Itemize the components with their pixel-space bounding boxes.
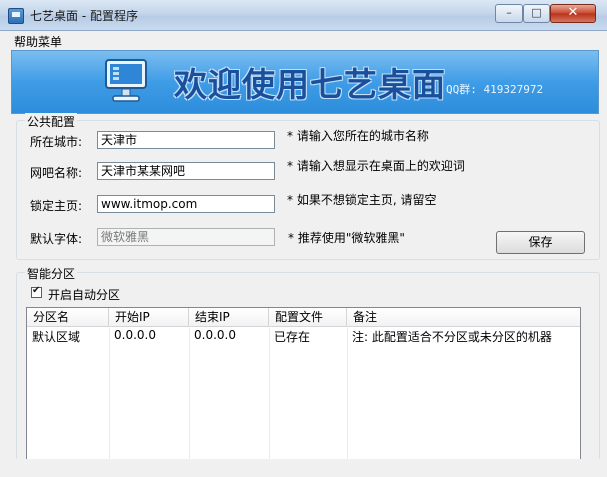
monitor-icon [105,59,147,102]
column-divider [189,326,190,467]
cell-start-ip: 0.0.0.0 [114,328,156,342]
auto-partition-checkbox[interactable] [31,285,42,298]
window-title: 七艺桌面 - 配置程序 [30,9,138,23]
cell-end-ip: 0.0.0.0 [194,328,236,342]
column-header-name[interactable]: 分区名 [27,308,109,326]
bar-name-hint: * 请输入想显示在桌面上的欢迎词 [287,159,465,173]
public-config-legend: 公共配置 [25,113,78,130]
font-label: 默认字体: [30,232,83,246]
partition-list[interactable]: 分区名 开始IP 结束IP 配置文件 备注 默认区域 0.0.0.0 0.0.0… [26,307,581,467]
maximize-button[interactable]: □ [523,4,550,23]
city-label: 所在城市: [30,135,83,149]
column-divider [347,326,348,467]
app-icon [8,8,24,24]
config-window: 七艺桌面 - 配置程序 – □ ✕ 帮助菜单 欢迎使用七艺桌面 QQ群: 419… [0,0,607,477]
auto-partition-label[interactable]: 开启自动分区 [48,286,120,303]
bottom-edge [0,459,607,477]
menu-bar: 帮助菜单 [4,31,603,49]
cell-name: 默认区域 [32,330,81,344]
minimize-button[interactable]: – [495,4,523,23]
column-divider [269,326,270,467]
city-hint: * 请输入您所在的城市名称 [287,129,429,143]
smart-partition-legend: 智能分区 [25,265,78,282]
list-header: 分区名 开始IP 结束IP 配置文件 备注 [27,308,580,327]
close-button[interactable]: ✕ [550,4,596,23]
city-input[interactable]: 天津市 [97,131,275,149]
cell-note: 注: 此配置适合不分区或未分区的机器 [352,330,552,344]
menu-help[interactable]: 帮助菜单 [14,33,62,50]
bar-name-label: 网吧名称: [30,166,83,180]
column-header-start-ip[interactable]: 开始IP [109,308,189,326]
banner-title: 欢迎使用七艺桌面 [174,65,446,104]
font-hint: * 推荐使用"微软雅黑" [288,231,405,245]
column-header-end-ip[interactable]: 结束IP [189,308,269,326]
cell-config-file: 已存在 [274,330,311,344]
font-input: 微软雅黑 [97,228,275,246]
column-divider [109,326,110,467]
homepage-label: 锁定主页: [30,199,83,213]
banner: 欢迎使用七艺桌面 QQ群: 419327972 [11,50,599,114]
save-button[interactable]: 保存 [496,231,585,254]
homepage-input[interactable]: www.itmop.com [97,195,275,213]
homepage-hint: * 如果不想锁定主页, 请留空 [287,193,437,207]
banner-qq-group: QQ群: 419327972 [446,83,544,96]
column-header-note[interactable]: 备注 [347,308,580,326]
column-header-config-file[interactable]: 配置文件 [269,308,347,326]
bar-name-input[interactable]: 天津市某某网吧 [97,162,275,180]
title-bar[interactable]: 七艺桌面 - 配置程序 – □ ✕ [0,0,607,31]
